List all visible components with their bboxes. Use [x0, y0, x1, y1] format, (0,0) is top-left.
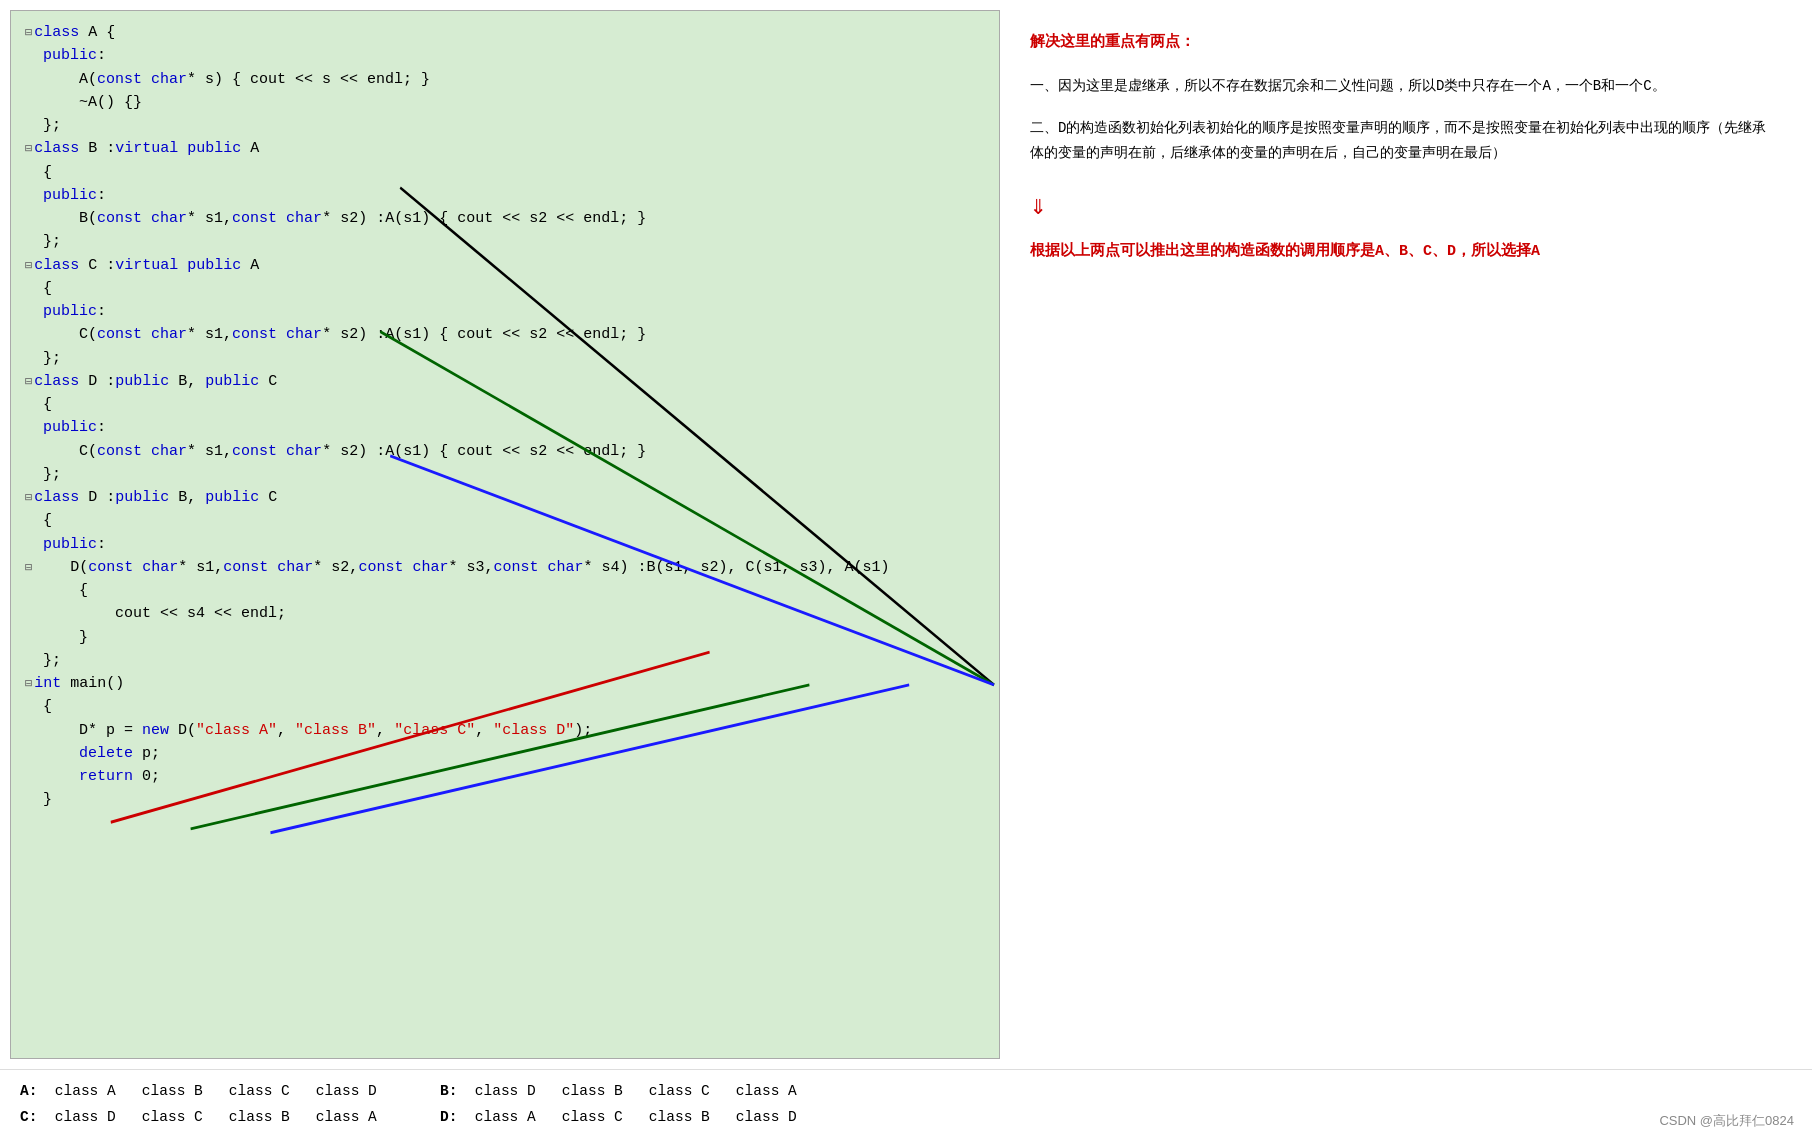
code-line-28: };: [25, 649, 985, 672]
option-b: B: class D class B class C class A: [440, 1078, 860, 1104]
main-area: ⊟class A { public: A(const char* s) { co…: [0, 0, 1812, 1069]
code-line-3: A(const char* s) { cout << s << endl; }: [25, 68, 985, 91]
code-line-5: };: [25, 114, 985, 137]
point2-section: 二、D的构造函数初始化列表初始化的顺序是按照变量声明的顺序，而不是按照变量在初始…: [1030, 116, 1772, 165]
code-line-34: }: [25, 788, 985, 811]
watermark: CSDN @高比拜仁0824: [1659, 1112, 1794, 1130]
code-line-12: {: [25, 277, 985, 300]
option-d: D: class A class C class B class D: [440, 1104, 860, 1130]
option-a: A: class A class B class C class D: [20, 1078, 440, 1104]
option-b-label: B:: [440, 1083, 457, 1099]
conclusion-text: 根据以上两点可以推出这里的构造函数的调用顺序是A、B、C、D，所以选择A: [1030, 239, 1772, 265]
option-c: C: class D class C class B class A: [20, 1104, 440, 1130]
point1-section: 一、因为这里是虚继承，所以不存在数据冗余和二义性问题，所以D类中只存在一个A，一…: [1030, 74, 1772, 99]
code-line-17: {: [25, 393, 985, 416]
code-line-27: }: [25, 626, 985, 649]
bottom-bar: A: class A class B class C class D C: cl…: [0, 1069, 1812, 1140]
option-d-label: D:: [440, 1109, 457, 1125]
code-line-30: {: [25, 695, 985, 718]
option-a-label: A:: [20, 1083, 37, 1099]
code-line-25: {: [25, 579, 985, 602]
code-line-16: ⊟class D :public B, public C: [25, 370, 985, 393]
code-line-6: ⊟class B :virtual public A: [25, 137, 985, 160]
code-line-32: delete p;: [25, 742, 985, 765]
code-line-15: };: [25, 347, 985, 370]
right-panel: 解决这里的重点有两点： 一、因为这里是虚继承，所以不存在数据冗余和二义性问题，所…: [1000, 10, 1802, 1059]
code-line-8: public:: [25, 184, 985, 207]
code-line-33: return 0;: [25, 765, 985, 788]
point1-text: 一、因为这里是虚继承，所以不存在数据冗余和二义性问题，所以D类中只存在一个A，一…: [1030, 74, 1772, 99]
code-line-23: public:: [25, 533, 985, 556]
code-line-10: };: [25, 230, 985, 253]
options-left: A: class A class B class C class D C: cl…: [20, 1078, 440, 1130]
arrow-down-icon: ⇓: [1030, 183, 1772, 231]
options-right: B: class D class B class C class A D: cl…: [440, 1078, 860, 1130]
code-line-1: ⊟class A {: [25, 21, 985, 44]
point2-text: 二、D的构造函数初始化列表初始化的顺序是按照变量声明的顺序，而不是按照变量在初始…: [1030, 116, 1772, 165]
code-line-24: ⊟ D(const char* s1,const char* s2,const …: [25, 556, 985, 579]
code-line-29: ⊟int main(): [25, 672, 985, 695]
code-line-13: public:: [25, 300, 985, 323]
code-line-31: D* p = new D("class A", "class B", "clas…: [25, 719, 985, 742]
code-line-2: public:: [25, 44, 985, 67]
code-line-21: ⊟class D :public B, public C: [25, 486, 985, 509]
right-title-section: 解决这里的重点有两点：: [1030, 30, 1772, 56]
code-line-22: {: [25, 509, 985, 532]
code-line-4: ~A() {}: [25, 91, 985, 114]
right-title: 解决这里的重点有两点：: [1030, 30, 1772, 56]
code-line-18: public:: [25, 416, 985, 439]
code-line-20: };: [25, 463, 985, 486]
code-line-7: {: [25, 161, 985, 184]
code-line-11: ⊟class C :virtual public A: [25, 254, 985, 277]
option-c-label: C:: [20, 1109, 37, 1125]
code-line-9: B(const char* s1,const char* s2) :A(s1) …: [25, 207, 985, 230]
code-line-19: C(const char* s1,const char* s2) :A(s1) …: [25, 440, 985, 463]
code-line-26: cout << s4 << endl;: [25, 602, 985, 625]
code-line-14: C(const char* s1,const char* s2) :A(s1) …: [25, 323, 985, 346]
conclusion-section: 根据以上两点可以推出这里的构造函数的调用顺序是A、B、C、D，所以选择A: [1030, 239, 1772, 265]
code-panel: ⊟class A { public: A(const char* s) { co…: [10, 10, 1000, 1059]
